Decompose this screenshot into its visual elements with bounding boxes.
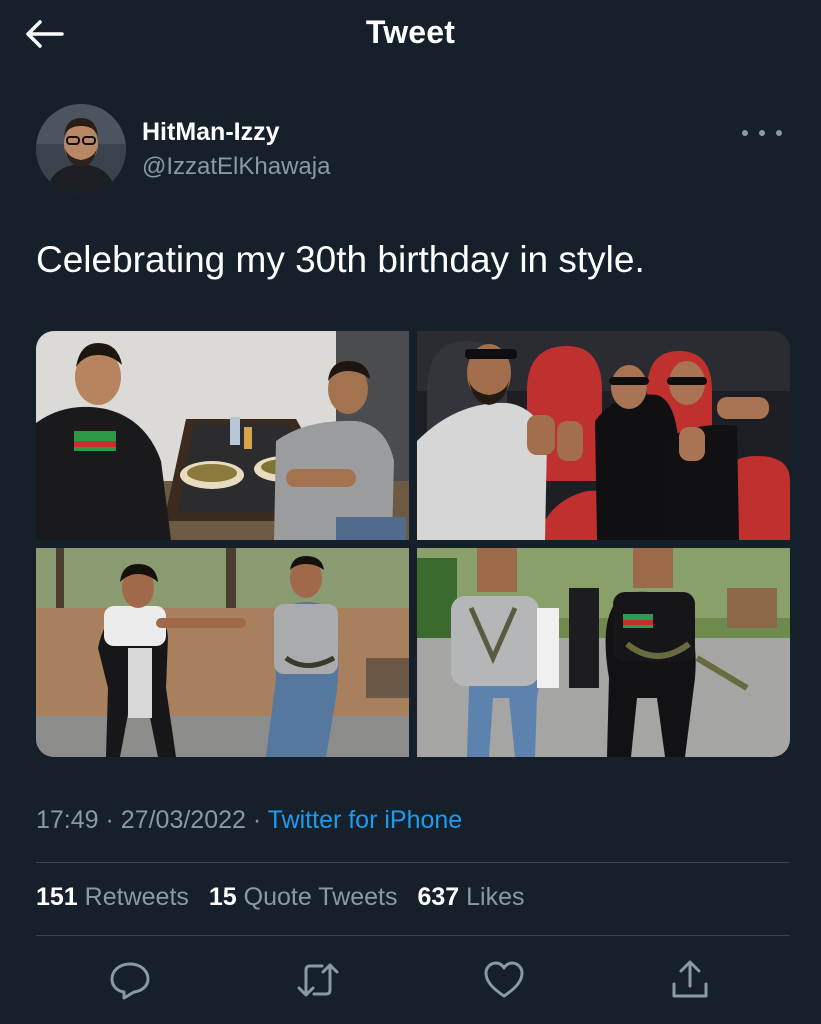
tweet-media-grid — [36, 331, 790, 757]
quote-tweets-count: 15 — [208, 883, 237, 911]
quote-tweets-stat[interactable]: 15 Quote Tweets — [209, 883, 398, 912]
tweet-date: 27/03/2022 — [120, 806, 246, 834]
retweet-button[interactable] — [294, 956, 342, 1004]
likes-label: Likes — [466, 883, 525, 911]
tweet-photo-2[interactable] — [417, 331, 790, 540]
share-icon — [672, 960, 708, 998]
meta-separator: · — [98, 806, 121, 834]
quote-tweets-label: Quote Tweets — [243, 883, 398, 911]
tweet-time: 17:49 — [36, 806, 99, 834]
divider — [36, 935, 790, 936]
likes-count: 637 — [417, 883, 460, 911]
like-button[interactable] — [480, 956, 528, 1004]
meta-separator: · — [245, 806, 268, 834]
top-bar: Tweet — [0, 0, 821, 68]
share-button[interactable] — [666, 956, 714, 1004]
more-options-icon[interactable] — [742, 118, 782, 148]
tweet-text: Celebrating my 30th birthday in style. — [36, 239, 645, 280]
tweet-actions — [0, 952, 821, 1008]
tweet-photo-3[interactable] — [36, 548, 409, 757]
reply-button[interactable] — [106, 956, 154, 1004]
tweet-meta: 17:49 · 27/03/2022 · Twitter for iPhone — [36, 806, 462, 835]
reply-icon — [110, 962, 150, 1000]
retweets-label: Retweets — [84, 883, 189, 911]
retweet-icon — [297, 963, 339, 997]
page-title: Tweet — [365, 14, 456, 50]
like-icon — [484, 961, 524, 998]
author-handle[interactable]: @IzzatElKhawaja — [142, 153, 330, 181]
divider — [36, 862, 790, 863]
tweet-photo-4[interactable] — [417, 548, 790, 757]
retweets-stat[interactable]: 151 Retweets — [36, 883, 189, 912]
tweet-photo-1[interactable] — [36, 331, 409, 540]
author-name[interactable]: HitMan-Izzy — [142, 118, 280, 147]
likes-stat[interactable]: 637 Likes — [417, 883, 524, 912]
tweet-stats: 151 Retweets 15 Quote Tweets 637 Likes — [36, 883, 525, 912]
retweets-count: 151 — [36, 883, 78, 911]
avatar[interactable] — [36, 104, 126, 194]
tweet-source-link[interactable]: Twitter for iPhone — [268, 806, 463, 834]
tweet-author: HitMan-Izzy @IzzatElKhawaja — [36, 104, 786, 196]
